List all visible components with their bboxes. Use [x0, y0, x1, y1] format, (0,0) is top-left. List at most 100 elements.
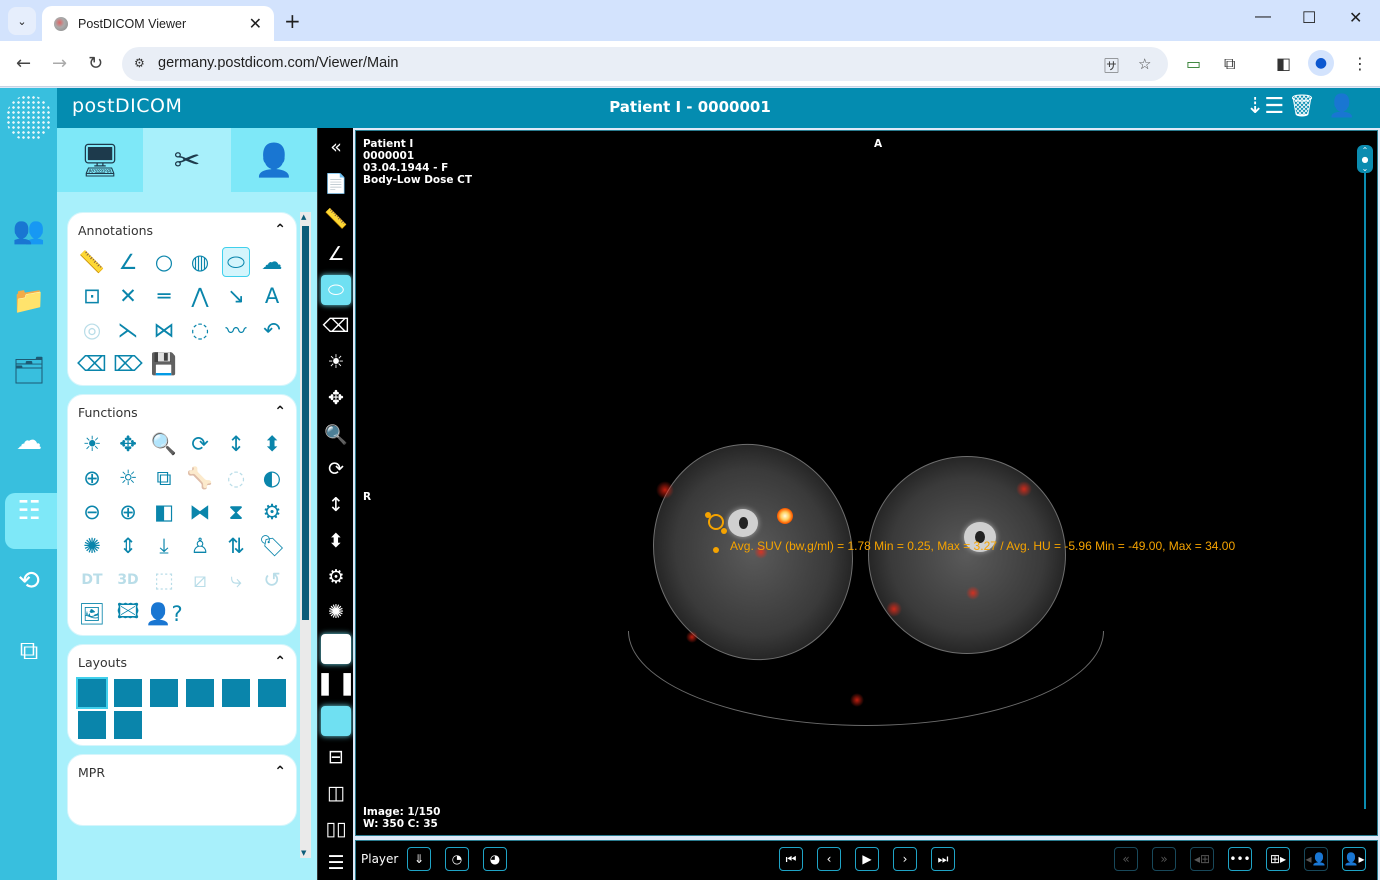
omnibox[interactable]: ⚙ germany.postdicom.com/Viewer/Main 🈂 ☆ — [122, 47, 1168, 81]
rotate-icon[interactable]: ⟳ — [186, 429, 214, 459]
series-layout-1x1-icon[interactable] — [321, 706, 351, 736]
close-window-button[interactable]: ✕ — [1349, 8, 1362, 28]
bookmark-star-icon[interactable]: ☆ — [1138, 55, 1151, 73]
roi-measurement-text[interactable]: Avg. SUV (bw,g/ml) = 1.78 Min = 0.25, Ma… — [730, 539, 1235, 553]
prev-patient-button[interactable]: ◂👤 — [1304, 847, 1328, 871]
bounding-box-icon[interactable]: ⬚ — [150, 565, 178, 595]
prev-series-button[interactable]: « — [1114, 847, 1138, 871]
layout-1x2-option[interactable] — [114, 679, 142, 707]
download-image-icon[interactable]: 🖼 — [78, 599, 106, 629]
viewer-tab[interactable]: 🖥 — [57, 128, 143, 192]
reload-icon[interactable]: ↻ — [88, 53, 103, 74]
collapse-chevron-icon[interactable]: ⌃ — [274, 222, 286, 238]
panel-scrollbar[interactable]: ▲ ▼ — [300, 212, 311, 858]
viewer-images-icon[interactable]: 🗂 — [8, 350, 50, 392]
scroll-down-icon[interactable]: ▼ — [301, 849, 306, 857]
freehand-roi-icon[interactable]: ☁ — [258, 247, 286, 277]
flip-rotate-v-icon[interactable]: ⧗ — [222, 497, 250, 527]
prev-frame-button[interactable]: ‹ — [817, 847, 841, 871]
cross-lines-icon[interactable]: ✕ — [114, 281, 142, 311]
play-button[interactable]: ▶ — [855, 847, 879, 871]
angle-icon[interactable]: ∠ — [321, 239, 351, 269]
report-icon[interactable]: 📄 — [321, 168, 351, 198]
pan-icon[interactable]: ✥ — [114, 429, 142, 459]
tag-icon[interactable]: 🏷 — [258, 531, 286, 561]
back-icon[interactable]: ← — [16, 53, 31, 74]
next-frame-button[interactable]: › — [893, 847, 917, 871]
next-patient-button[interactable]: 👤▸ — [1342, 847, 1366, 871]
region-icon[interactable]: ◌ — [222, 463, 250, 493]
cobb-angle-icon[interactable]: ⋋ — [114, 315, 142, 345]
window-level-icon[interactable]: ☀ — [78, 429, 106, 459]
ellipse-icon[interactable]: ⬭ — [222, 247, 250, 277]
closed-spline-icon[interactable]: ◌ — [186, 315, 214, 345]
wave-icon[interactable]: 〰 — [222, 315, 250, 345]
minimize-button[interactable]: — — [1255, 8, 1271, 26]
side-panel-icon[interactable]: ◧ — [1276, 54, 1291, 73]
layout-3x3-option[interactable] — [258, 679, 286, 707]
info-tab[interactable]: 👤 — [231, 128, 317, 192]
rotate-icon[interactable]: ⟳ — [321, 454, 351, 484]
arrow-icon[interactable]: ↘ — [222, 281, 250, 311]
download-series-button[interactable]: ⇓ — [407, 847, 431, 871]
prev-layout-button[interactable]: ◂⊞ — [1190, 847, 1214, 871]
layout-1plus2-icon[interactable]: ⊟ — [321, 742, 351, 772]
image-viewport[interactable]: Patient I 0000001 03.04.1944 - F Body-Lo… — [355, 130, 1378, 836]
user-icon[interactable]: 👤 — [1328, 94, 1355, 119]
bone-icon[interactable]: 🦴 — [186, 463, 214, 493]
swap-icon[interactable]: ⇅ — [222, 531, 250, 561]
search-list-icon[interactable]: ☷ — [8, 490, 50, 532]
layout-1+2-option[interactable] — [78, 711, 106, 739]
invert-icon[interactable]: ◐ — [258, 463, 286, 493]
ellipse-icon[interactable]: ⬭ — [321, 275, 351, 305]
parallel-lines-icon[interactable]: ═ — [150, 281, 178, 311]
hatched-circle-icon[interactable]: ◍ — [186, 247, 214, 277]
save-image-icon[interactable]: 🖾 — [114, 599, 142, 629]
sort-list-icon[interactable]: ⇣☰ — [1246, 94, 1284, 119]
rotate-settings-icon[interactable]: ⚙ — [258, 497, 286, 527]
layout-1x3-icon[interactable]: ▯▯ — [321, 814, 351, 844]
bone-rotate-icon[interactable]: ⤷ — [222, 565, 250, 595]
flip-rotate-h-icon[interactable]: ⧓ — [186, 497, 214, 527]
reset-settings-icon[interactable]: ✺ — [321, 597, 351, 627]
roi-handle[interactable] — [705, 512, 711, 518]
zoom-out-icon[interactable]: ⊖ — [78, 497, 106, 527]
tools-tab[interactable]: ✂ — [143, 128, 231, 192]
polyline-icon[interactable]: ⋀ — [186, 281, 214, 311]
recycle-bin-icon[interactable]: 🗑 — [1288, 94, 1316, 119]
ruler-icon[interactable]: 📏 — [78, 247, 106, 277]
collapse-chevron-icon[interactable]: ⌃ — [274, 654, 286, 670]
translate-icon[interactable]: 🈂 — [1104, 55, 1119, 76]
collapse-chevron-icon[interactable]: ⌃ — [274, 764, 286, 780]
extensions-icon[interactable]: ⧉ — [1224, 54, 1235, 74]
zoom-in-icon[interactable]: ⊕ — [114, 497, 142, 527]
folder-icon[interactable]: 📁 — [8, 280, 50, 322]
tab-close-icon[interactable]: ✕ — [249, 14, 262, 33]
slice-slider-handle[interactable]: ⌃ ● ⌄ — [1357, 145, 1373, 173]
next-layout-button[interactable]: ⊞▸ — [1266, 847, 1290, 871]
layout-2x1-option[interactable] — [186, 679, 214, 707]
crosshair-icon[interactable]: ⊕ — [78, 463, 106, 493]
slower-button[interactable]: ◔ — [445, 847, 469, 871]
ruler-icon[interactable]: 📏 — [321, 203, 351, 233]
3d-icon[interactable]: 3D — [114, 565, 142, 595]
scroll-stack-icon[interactable]: ↕ — [321, 490, 351, 520]
patient-orientation-icon[interactable]: ♙ — [186, 531, 214, 561]
layout-2x2-option[interactable] — [222, 679, 250, 707]
collapse-panel-icon[interactable]: « — [321, 132, 351, 162]
more-button[interactable]: ••• — [1228, 847, 1252, 871]
layout-2plus1-icon[interactable]: ◫ — [321, 778, 351, 808]
eraser-icon[interactable]: ⌫ — [321, 311, 351, 341]
layout-2+1-option[interactable] — [114, 711, 142, 739]
profile-avatar[interactable]: ● — [1308, 50, 1334, 76]
screen-capture-icon[interactable]: ▭ — [1186, 54, 1201, 73]
eraser-icon[interactable]: ⌫ — [77, 349, 107, 379]
scroll-up-icon[interactable]: ▲ — [301, 213, 306, 221]
new-tab-button[interactable]: + — [284, 9, 301, 33]
diagonal-box-icon[interactable]: ⧄ — [186, 565, 214, 595]
site-settings-icon[interactable]: ⚙ — [134, 56, 145, 70]
crossing-lines-icon[interactable]: ⋈ — [150, 315, 178, 345]
layout-1x2-icon[interactable]: ▌▐ — [321, 670, 351, 700]
target-icon[interactable]: ◎ — [78, 315, 106, 345]
forward-icon[interactable]: → — [52, 53, 67, 74]
